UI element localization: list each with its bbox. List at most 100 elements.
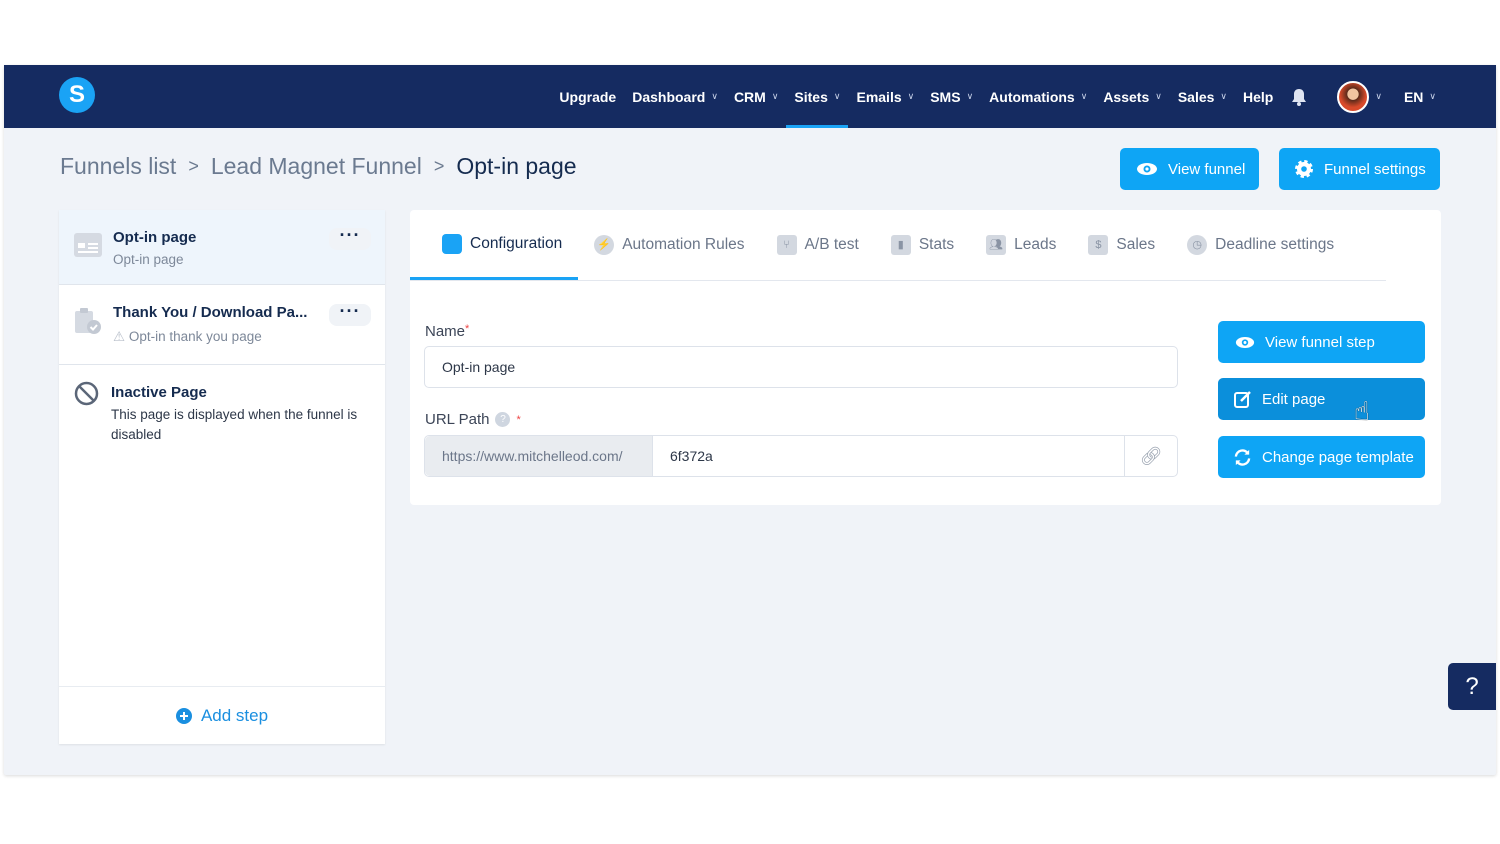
tab-bar: Configuration ⚡ Automation Rules ⑂ A/B test ▮… xyxy=(410,210,1386,281)
app-window: S Upgrade Dashboard ∨ CRM ∨ Sites ∨ Emails ∨ SMS ∨… xyxy=(4,65,1496,775)
nav-label: CRM xyxy=(733,88,766,105)
chevron-down-icon: ∨ xyxy=(966,91,974,101)
change-page-template-button[interactable]: Change page template xyxy=(1218,436,1425,478)
more-options-button[interactable]: ··· xyxy=(329,302,371,326)
nav-item-sites[interactable]: Sites ∨ xyxy=(786,65,849,128)
edit-page-button[interactable]: Edit page ☝︎ xyxy=(1218,378,1425,426)
view-funnel-label: View funnel xyxy=(1168,160,1246,178)
step-subtitle-text: Opt-in thank you page xyxy=(128,329,262,344)
chevron-down-icon: ∨ xyxy=(1220,91,1228,101)
user-menu[interactable]: ∨ xyxy=(1317,65,1390,128)
chevron-down-icon: ∨ xyxy=(1080,91,1088,101)
add-step-button[interactable]: Add step xyxy=(59,686,385,744)
steps-sidebar: Opt-in page Opt-in page ··· Thank You / … xyxy=(59,210,385,744)
eye-icon xyxy=(1235,336,1255,348)
help-button[interactable]: ? xyxy=(1448,663,1496,710)
tab-icon: ⑂ xyxy=(776,235,797,255)
url-path-input[interactable]: 6f372a xyxy=(653,448,1124,464)
avatar xyxy=(1337,80,1370,113)
inactive-description: This page is displayed when the funnel i… xyxy=(111,407,358,442)
view-funnel-button[interactable]: View funnel xyxy=(1120,148,1259,190)
nav-item-automations[interactable]: Automations ∨ xyxy=(981,65,1095,128)
nav-label: Automations xyxy=(989,88,1075,105)
top-nav: S Upgrade Dashboard ∨ CRM ∨ Sites ∨ Emails ∨ SMS ∨… xyxy=(4,65,1496,128)
nav-label: Sales xyxy=(1177,88,1215,105)
tab-icon: ◷ xyxy=(1187,235,1208,255)
nav-item-assets[interactable]: Assets ∨ xyxy=(1095,65,1170,128)
nav-label: Emails xyxy=(856,88,902,105)
step-title: Opt-in page xyxy=(113,229,197,246)
link-icon[interactable]: 🔗︎ xyxy=(1124,436,1177,476)
tab-icon: ▮ xyxy=(890,235,911,255)
nav-item-dashboard[interactable]: Dashboard ∨ xyxy=(624,65,726,128)
page-icon xyxy=(74,233,102,257)
step-title: Thank You / Download Pa... xyxy=(113,304,308,321)
chevron-right-icon: > xyxy=(188,156,199,176)
tab-stats[interactable]: ▮ Stats xyxy=(875,210,970,280)
tab-label: Automation Rules xyxy=(622,236,745,253)
edit-page-label: Edit page xyxy=(1262,390,1326,408)
plus-circle-icon xyxy=(175,707,192,724)
tab-deadline-settings[interactable]: ◷ Deadline settings xyxy=(1171,210,1350,280)
tab-icon: 👥︎ xyxy=(986,235,1007,255)
chevron-down-icon: ∨ xyxy=(1155,91,1162,101)
tab-configuration[interactable]: Configuration xyxy=(410,210,579,280)
gear-icon xyxy=(1295,160,1313,178)
change-template-label: Change page template xyxy=(1262,448,1414,466)
inactive-title: Inactive Page xyxy=(111,384,207,401)
url-path-field: https://www.mitchelleod.com/ 6f372a 🔗︎ xyxy=(424,435,1178,477)
breadcrumb: Funnels list > Lead Magnet Funnel > Opt-… xyxy=(60,153,577,180)
step-subtitle: ⚠ Opt-in thank you page xyxy=(113,329,262,345)
nav-item-crm[interactable]: CRM ∨ xyxy=(726,65,786,128)
step-subtitle: Opt-in page xyxy=(113,252,184,267)
view-funnel-step-button[interactable]: View funnel step xyxy=(1218,321,1425,363)
tab-label: Deadline settings xyxy=(1215,236,1335,253)
nav-item-help[interactable]: Help xyxy=(1235,65,1281,128)
tab-a-b-test[interactable]: ⑂ A/B test xyxy=(761,210,875,280)
nav-label: Dashboard xyxy=(632,88,706,105)
tab-automation-rules[interactable]: ⚡ Automation Rules xyxy=(578,210,760,280)
step-item[interactable]: Opt-in page Opt-in page ··· xyxy=(59,210,385,285)
tab-leads[interactable]: 👥︎ Leads xyxy=(970,210,1072,280)
tab-sales[interactable]: $ Sales xyxy=(1072,210,1171,280)
tab-label: Sales xyxy=(1116,236,1156,253)
nav-item-sms[interactable]: SMS ∨ xyxy=(922,65,981,128)
breadcrumb-funnel[interactable]: Lead Magnet Funnel xyxy=(211,153,422,180)
more-options-button[interactable]: ··· xyxy=(329,226,371,250)
eye-icon xyxy=(1137,163,1157,175)
add-step-label: Add step xyxy=(200,705,269,725)
hand-cursor-icon: ☝︎ xyxy=(1354,396,1370,426)
breadcrumb-funnels-list[interactable]: Funnels list xyxy=(60,153,176,180)
inactive-page-item[interactable]: Inactive Page This page is displayed whe… xyxy=(59,365,385,455)
name-input[interactable]: Opt-in page xyxy=(424,346,1178,388)
nav-item-upgrade[interactable]: Upgrade xyxy=(551,65,624,128)
page-title: Opt-in page xyxy=(456,153,577,179)
url-path-label: URL Path? * xyxy=(425,411,521,428)
chevron-down-icon: ∨ xyxy=(833,91,841,101)
funnel-settings-button[interactable]: Funnel settings xyxy=(1279,148,1440,190)
tab-icon: ⚡ xyxy=(594,235,615,255)
url-prefix: https://www.mitchelleod.com/ xyxy=(425,436,653,476)
config-panel: Configuration ⚡ Automation Rules ⑂ A/B test ▮… xyxy=(410,210,1441,505)
view-funnel-step-label: View funnel step xyxy=(1265,333,1375,351)
logo[interactable]: S xyxy=(59,77,95,113)
edit-icon xyxy=(1234,391,1251,408)
chevron-down-icon: ∨ xyxy=(1429,91,1436,101)
ban-icon xyxy=(74,381,99,406)
chevron-down-icon: ∨ xyxy=(1375,91,1382,101)
language-label: EN xyxy=(1403,88,1424,105)
refresh-icon xyxy=(1234,448,1251,466)
chevron-down-icon: ∨ xyxy=(711,91,718,101)
nav-item-emails[interactable]: Emails ∨ xyxy=(848,65,922,128)
nav-label: Help xyxy=(1243,88,1274,105)
tab-icon: $ xyxy=(1088,235,1109,255)
language-selector[interactable]: EN ∨ xyxy=(1396,65,1444,128)
help-icon[interactable]: ? xyxy=(495,412,511,427)
clipboard-check-icon xyxy=(75,308,101,334)
bell-icon[interactable] xyxy=(1291,88,1307,106)
step-item[interactable]: Thank You / Download Pa... ⚠ Opt-in than… xyxy=(59,285,385,365)
warning-icon: ⚠ xyxy=(113,329,126,344)
nav-item-sales[interactable]: Sales ∨ xyxy=(1170,65,1235,128)
sliders-icon xyxy=(442,233,462,254)
nav-label: Upgrade xyxy=(559,88,617,105)
